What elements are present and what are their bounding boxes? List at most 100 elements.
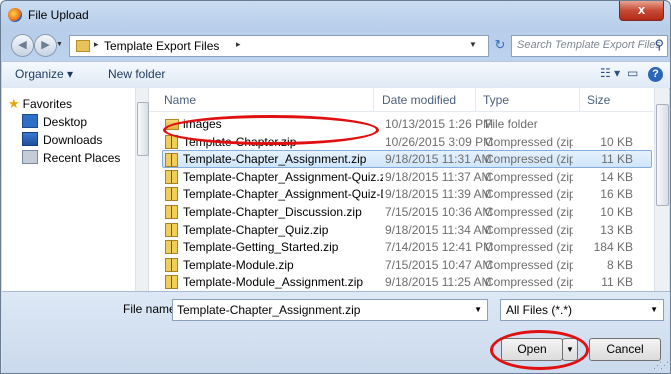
- file-name: Template-Module.zip: [183, 257, 294, 272]
- file-name: Template-Chapter_Quiz.zip: [183, 222, 329, 237]
- help-icon[interactable]: ?: [648, 67, 663, 82]
- file-type: Compressed (zipp...: [485, 240, 573, 255]
- file-type-value: All Files (*.*): [506, 303, 573, 317]
- file-size: 16 KB: [600, 187, 633, 202]
- open-options-dropdown-icon[interactable]: ▼: [562, 338, 578, 361]
- file-size: 11 KB: [601, 152, 633, 167]
- zip-icon: [165, 222, 178, 237]
- file-name-dropdown-icon[interactable]: ▼: [474, 305, 482, 314]
- file-type: Compressed (zipp...: [485, 187, 573, 202]
- file-row[interactable]: Template-Chapter_Quiz.zip 9/18/2015 11:34…: [163, 221, 653, 238]
- file-name: Template-Chapter_Assignment-Quiz.zip: [183, 169, 383, 184]
- file-name: Template-Chapter_Discussion.zip: [183, 205, 362, 219]
- column-divider[interactable]: [475, 88, 476, 111]
- sidebar-item-label: Recent Places: [43, 151, 121, 165]
- zip-icon: [165, 169, 178, 184]
- column-divider[interactable]: [373, 88, 374, 111]
- column-header-type[interactable]: Type: [483, 93, 509, 107]
- file-row[interactable]: Template-Chapter_Discussion.zip 7/15/2015…: [163, 203, 653, 220]
- file-date-modified: 7/14/2015 12:41 PM: [385, 240, 494, 255]
- file-size: 14 KB: [600, 169, 633, 184]
- file-row[interactable]: images 10/13/2015 1:26 PM File folder: [163, 115, 653, 132]
- file-name: Template-Getting_Started.zip: [183, 240, 339, 255]
- file-type: Compressed (zipp...: [485, 134, 573, 149]
- resize-grip-icon[interactable]: ⋰⋰: [653, 360, 669, 371]
- file-name: images: [183, 117, 222, 131]
- preview-pane-icon[interactable]: ▭: [627, 66, 638, 80]
- file-date-modified: 10/26/2015 3:09 PM: [385, 134, 494, 149]
- zip-icon: [165, 240, 178, 255]
- back-button[interactable]: ◀: [11, 34, 34, 57]
- change-view-icon[interactable]: ☷ ▾: [600, 66, 620, 80]
- file-row[interactable]: Template-Chapter_Assignment.zip 9/18/2015…: [162, 150, 652, 169]
- breadcrumb-separator-icon[interactable]: ▸: [94, 39, 99, 50]
- address-bar[interactable]: ▸ Template Export Files ▸ ▼: [69, 35, 489, 57]
- breadcrumb-separator-icon[interactable]: ▸: [236, 39, 241, 50]
- window-title: File Upload: [28, 8, 89, 22]
- refresh-icon[interactable]: ↻: [491, 36, 509, 54]
- open-button[interactable]: Open: [501, 338, 563, 361]
- file-type: Compressed (zipp...: [485, 222, 573, 237]
- sidebar-scrollbar[interactable]: [135, 88, 149, 291]
- address-dropdown-icon[interactable]: ▼: [469, 40, 477, 49]
- file-size: 11 KB: [601, 275, 633, 290]
- new-folder-button[interactable]: New folder: [108, 67, 165, 81]
- file-date-modified: 7/15/2015 10:47 AM: [385, 257, 493, 272]
- file-type-dropdown-icon[interactable]: ▼: [650, 305, 658, 314]
- sidebar-scroll-thumb[interactable]: [137, 102, 149, 156]
- recent-locations-dropdown-icon[interactable]: ▼: [56, 41, 63, 48]
- file-date-modified: 7/15/2015 10:36 AM: [385, 205, 493, 219]
- zip-icon: [165, 205, 178, 219]
- file-row[interactable]: Template-Module_Assignment.zip 9/18/2015 …: [163, 273, 653, 290]
- file-size: 184 KB: [593, 240, 633, 255]
- column-header-name[interactable]: Name: [164, 93, 196, 107]
- zip-icon: [165, 134, 178, 149]
- navigation-pane: ★ Favorites Desktop Downloads Recent Plac…: [2, 88, 149, 291]
- sidebar-item-label: Desktop: [43, 115, 88, 129]
- breadcrumb-template-export-files[interactable]: Template Export Files: [104, 39, 219, 53]
- file-type-filter[interactable]: All Files (*.*) ▼: [500, 299, 664, 321]
- file-row[interactable]: Template-Chapter_Assignment-Quiz.zip 9/18…: [163, 168, 653, 185]
- close-button[interactable]: x: [619, 1, 664, 21]
- file-type: Compressed (zipp...: [485, 169, 573, 184]
- sidebar-item-label: Favorites: [22, 97, 73, 111]
- file-row[interactable]: Template-Module.zip 7/15/2015 10:47 AM Com…: [163, 256, 653, 273]
- zip-icon: [165, 153, 178, 168]
- file-name: Template-Chapter.zip: [183, 134, 297, 149]
- sidebar-item-label: Downloads: [43, 133, 103, 147]
- folder-icon: [165, 119, 179, 130]
- forward-button[interactable]: ▶: [34, 34, 57, 57]
- column-header-size[interactable]: Size: [587, 93, 610, 107]
- search-placeholder: Search Template Export Files: [517, 39, 661, 51]
- organize-button[interactable]: Organize ▾: [15, 67, 73, 81]
- zip-icon: [165, 275, 178, 290]
- zip-icon: [165, 257, 178, 272]
- file-type: Compressed (zipp...: [485, 257, 573, 272]
- file-list-scroll-thumb[interactable]: [656, 104, 669, 206]
- file-type: Compressed (zipp...: [485, 205, 573, 219]
- recent-places-icon: [22, 150, 38, 164]
- sidebar-item-desktop[interactable]: Desktop: [22, 114, 87, 129]
- desktop-icon: [22, 114, 38, 128]
- file-name-value: Template-Chapter_Assignment.zip: [177, 303, 361, 317]
- file-date-modified: 9/18/2015 11:39 AM: [385, 187, 492, 202]
- column-divider[interactable]: [579, 88, 580, 111]
- search-icon[interactable]: ⚲: [654, 37, 664, 53]
- sidebar-item-recent-places[interactable]: Recent Places: [22, 150, 120, 165]
- file-name-field[interactable]: Template-Chapter_Assignment.zip ▼: [172, 299, 488, 321]
- title-bar[interactable]: File Upload x: [1, 1, 670, 29]
- command-toolbar: Organize ▾ New folder ☷ ▾ ▭ ?: [2, 61, 670, 89]
- search-input[interactable]: Search Template Export Files ⚲: [511, 35, 668, 57]
- file-size: 8 KB: [606, 257, 633, 272]
- sidebar-item-favorites[interactable]: ★ Favorites: [8, 96, 72, 112]
- file-list-scrollbar[interactable]: [654, 88, 669, 291]
- column-header-date[interactable]: Date modified: [382, 93, 456, 107]
- navigation-bar: ◀ ▶ ▼ ▸ Template Export Files ▸ ▼ ↻ Sear…: [1, 29, 670, 61]
- file-size: 13 KB: [600, 222, 633, 237]
- file-row[interactable]: Template-Getting_Started.zip 7/14/2015 12…: [163, 238, 653, 255]
- sidebar-item-downloads[interactable]: Downloads: [22, 132, 102, 147]
- cancel-button[interactable]: Cancel: [589, 338, 661, 361]
- file-row[interactable]: Template-Chapter.zip 10/26/2015 3:09 PM Co…: [163, 133, 653, 150]
- file-date-modified: 9/18/2015 11:25 AM: [385, 275, 492, 290]
- file-row[interactable]: Template-Chapter_Assignment-Quiz-Dis...9…: [163, 185, 653, 202]
